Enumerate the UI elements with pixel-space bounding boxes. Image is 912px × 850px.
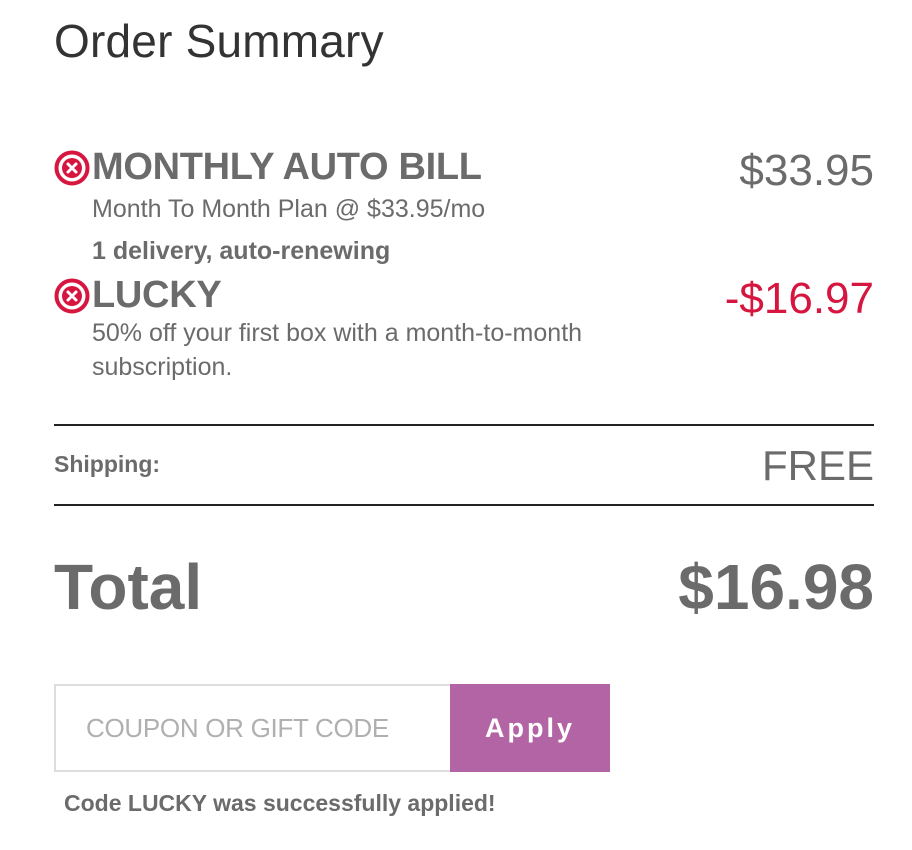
divider <box>54 504 874 506</box>
line-item-monthly-auto-bill: MONTHLY AUTO BILL $33.95 Month To Month … <box>54 146 874 265</box>
line-item-price: $33.95 <box>739 146 874 195</box>
line-item-discount-detail-line1: 50% off your first box with a month-to-m… <box>92 319 583 347</box>
page-title: Order Summary <box>54 15 384 67</box>
total-value: $16.98 <box>678 551 874 623</box>
shipping-label: Shipping: <box>54 451 161 477</box>
divider <box>54 424 874 426</box>
line-item-discount-detail-line2: subscription. <box>92 353 233 381</box>
apply-coupon-button[interactable]: Apply <box>450 684 610 772</box>
line-item-discount-price: -$16.97 <box>724 274 874 323</box>
coupon-success-message: Code LUCKY was successfully applied! <box>64 790 496 816</box>
line-item-name: MONTHLY AUTO BILL <box>92 146 482 188</box>
line-item-plan-detail: Month To Month Plan @ $33.95/mo <box>92 195 486 223</box>
line-item-delivery-note: 1 delivery, auto-renewing <box>92 237 391 265</box>
remove-coupon-icon[interactable] <box>54 278 90 314</box>
line-item-lucky-discount: LUCKY -$16.97 50% off your first box wit… <box>54 274 874 381</box>
coupon-code-input[interactable] <box>54 684 450 772</box>
remove-item-icon[interactable] <box>54 150 90 186</box>
line-item-name: LUCKY <box>92 274 222 316</box>
shipping-value: FREE <box>761 442 874 489</box>
total-label: Total <box>54 551 203 623</box>
